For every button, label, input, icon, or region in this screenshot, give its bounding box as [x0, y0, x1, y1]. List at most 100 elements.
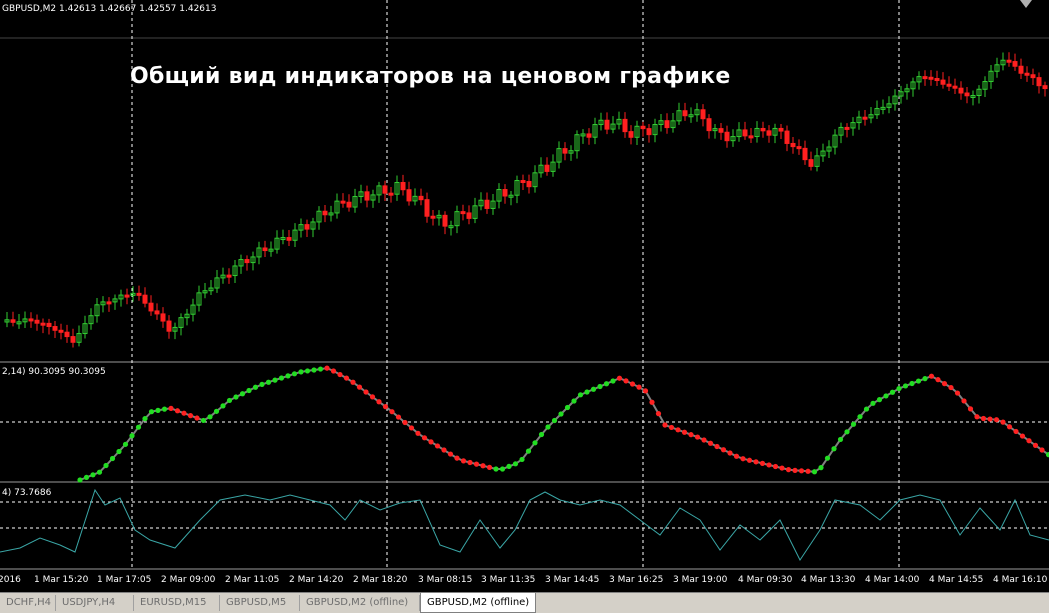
candle-bear [766, 130, 772, 136]
oscillator-point-up [506, 463, 512, 469]
oscillator-point-down [740, 456, 746, 462]
candle-bear [748, 135, 754, 139]
oscillator-point-up [519, 456, 525, 463]
oscillator-point-down [642, 388, 649, 394]
chart-tab[interactable]: DCHF,H4 [0, 595, 56, 611]
candle-bear [802, 147, 808, 161]
oscillator-point-up [226, 397, 233, 404]
oscillator-point-down [389, 409, 395, 415]
time-axis-label: 2 Mar 11:05 [225, 575, 280, 585]
oscillator-point-up [265, 379, 272, 385]
candle-bear [664, 120, 670, 129]
oscillator-point-down [337, 371, 343, 378]
oscillator-point-down [382, 404, 389, 410]
time-axis-label: 1 Mar 15:20 [34, 575, 89, 585]
oscillator-point-up [564, 404, 571, 411]
candle-bear [760, 127, 766, 132]
oscillator-point-down [974, 414, 980, 420]
chart-tab[interactable]: GBPUSD,M2 (offline) [300, 595, 420, 611]
oscillator-point-down [935, 377, 941, 383]
time-axis-label: 3 Mar 16:25 [609, 575, 664, 585]
candle-bear [844, 126, 850, 130]
oscillator-point-up [233, 394, 239, 400]
oscillator-point-up [252, 384, 259, 390]
oscillator-point-down [746, 457, 753, 463]
candle-bear [484, 199, 490, 209]
oscillator-point-down [402, 419, 408, 426]
oscillator-point-down [434, 443, 441, 449]
candle-bear [64, 331, 70, 338]
oscillator-point-down [174, 408, 181, 414]
chart-shift-marker-icon[interactable] [1020, 0, 1032, 8]
candle-bear [724, 131, 730, 142]
oscillator-point-up [577, 392, 584, 398]
oscillator-point-down [324, 365, 330, 371]
rsi-line [0, 488, 1049, 561]
oscillator-point-down [376, 399, 382, 405]
candle-bear [166, 320, 172, 332]
oscillator-point-down [441, 447, 447, 453]
oscillator-point-down [363, 389, 369, 395]
oscillator-point-down [727, 450, 733, 456]
candle-bear [544, 164, 550, 172]
candle-bear [226, 274, 232, 278]
oscillator-point-up [161, 406, 168, 412]
oscillator-point-down [928, 373, 935, 379]
candle-bear [58, 329, 64, 333]
oscillator-point-up [590, 386, 597, 392]
oscillator-point-down [675, 427, 681, 433]
candle-bear [808, 159, 814, 167]
candle-bear [934, 78, 940, 82]
oscillator-point-up [285, 373, 291, 379]
candle-bear [346, 201, 352, 208]
oscillator-point-down [623, 378, 629, 384]
oscillator-point-up [909, 380, 915, 387]
oscillator-point-up [278, 375, 285, 381]
oscillator-point-down [967, 406, 974, 412]
candle-bear [244, 259, 250, 264]
oscillator-point-down [1000, 419, 1006, 425]
candle-bear [148, 302, 154, 312]
oscillator-point-down [636, 384, 642, 390]
oscillator-point-down [707, 440, 714, 446]
candle-bear [958, 87, 964, 94]
oscillator-point-up [311, 367, 317, 373]
candle-bear [928, 76, 934, 80]
oscillator-point-down [792, 467, 798, 473]
candle-bear [784, 130, 790, 144]
oscillator-point-down [662, 422, 668, 428]
candle-bear [40, 322, 46, 326]
oscillator-point-down [733, 453, 740, 459]
oscillator-point-down [460, 458, 467, 464]
oscillator-point-down [486, 464, 493, 470]
oscillator-point-down [350, 379, 356, 385]
oscillator-point-up [883, 393, 889, 399]
oscillator-point-down [1032, 442, 1039, 448]
chart-tab[interactable]: USDJPY,H4 [56, 595, 134, 611]
chart-tab[interactable]: EURUSD,M15 [134, 595, 220, 611]
candle-bear [502, 189, 508, 197]
oscillator-point-up [824, 455, 831, 461]
candle-bear [778, 127, 784, 132]
oscillator-point-down [694, 434, 701, 440]
oscillator-point-down [798, 468, 805, 474]
oscillator-point-down [408, 425, 415, 431]
oscillator-point-up [603, 381, 610, 387]
candle-bear [586, 133, 592, 138]
candle-bear [1018, 65, 1024, 74]
oscillator-point-up [142, 416, 148, 422]
indicator2-header: 4) 73.7686 [2, 488, 52, 498]
chart-area[interactable]: GBPUSD,M2 1.42613 1.42667 1.42557 1.4261… [0, 0, 1049, 592]
oscillator-point-down [447, 451, 454, 457]
oscillator-point-up [122, 441, 129, 447]
candle-bear [700, 109, 706, 120]
oscillator-point-down [467, 459, 473, 466]
candle-bear [742, 129, 748, 137]
oscillator-point-down [330, 368, 337, 374]
candle-bear [646, 128, 652, 136]
chart-tab[interactable]: GBPUSD,M2 (offline) [420, 593, 536, 613]
chart-tab[interactable]: GBPUSD,M5 [220, 595, 300, 611]
chart-title-overlay: Общий вид индикаторов на ценовом графике [130, 64, 731, 89]
oscillator-point-up [499, 466, 506, 472]
oscillator-point-up [831, 446, 837, 452]
